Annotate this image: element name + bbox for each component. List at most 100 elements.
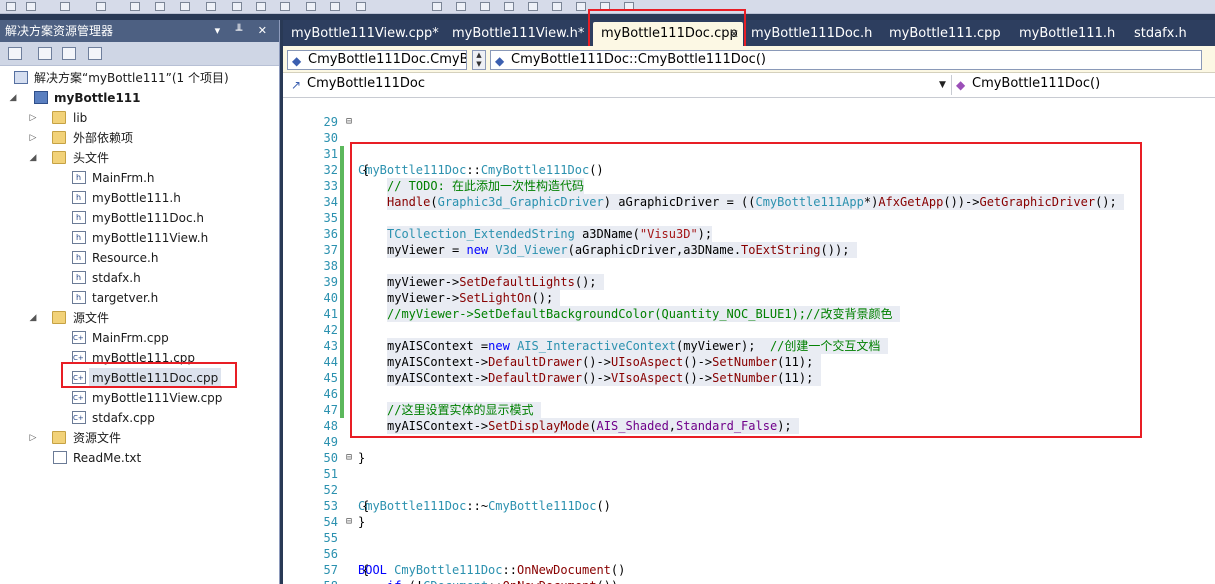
code-line: 33 Handle(Graphic3d_GraphicDriver) aGrap… — [283, 162, 1124, 210]
header-file-icon — [72, 288, 86, 308]
class-combo[interactable]: ◆ CmyBottle111Doc.CmyBc — [287, 50, 467, 70]
tree-item-external-deps[interactable]: ▷ 外部依赖项 — [28, 128, 268, 148]
code-line: 52 { — [283, 466, 370, 513]
toolbar-icon[interactable] — [256, 2, 266, 11]
tree-item-file[interactable]: targetver.h — [72, 288, 272, 308]
chevron-down-icon[interactable]: ▼ — [939, 80, 946, 90]
toolbar-icon[interactable] — [356, 2, 366, 11]
header-file-icon — [72, 268, 86, 288]
tab-myBottle111-h[interactable]: myBottle111.h — [1011, 22, 1123, 46]
class-icon: ◆ — [292, 54, 302, 68]
tab-myBottle111View-h[interactable]: myBottle111View.h* — [444, 22, 592, 46]
toolbar-icon[interactable] — [130, 2, 140, 11]
properties-icon[interactable] — [8, 47, 22, 60]
tree-item-lib[interactable]: ▷ lib — [28, 108, 268, 128]
fold-toggle-icon[interactable]: ⊟ — [346, 514, 352, 530]
header-file-icon — [72, 248, 86, 268]
tab-label: myBottle111View.h* — [452, 26, 585, 41]
toolbar-icon[interactable] — [330, 2, 340, 11]
tree-item-label: MainFrm.cpp — [92, 331, 169, 345]
tree-item-solution[interactable]: 解决方案“myBottle111”(1 个项目) — [14, 68, 274, 88]
scope-combo[interactable]: ↗ CmyBottle111Doc — [287, 75, 949, 95]
toolbar-icon[interactable] — [552, 2, 562, 11]
toolbar-icon[interactable] — [480, 2, 490, 11]
tab-myBottle111View-cpp[interactable]: myBottle111View.cpp* — [283, 22, 447, 46]
tree-item-label: Resource.h — [92, 251, 159, 265]
expand-arrow-icon[interactable]: ▷ — [28, 428, 38, 448]
tree-item-project[interactable]: ◢ myBottle111 — [8, 88, 268, 108]
folder-icon — [52, 111, 66, 124]
editor-tab-bar: myBottle111View.cpp* myBottle111View.h* … — [283, 20, 1215, 46]
tree-item-file[interactable]: MainFrm.h — [72, 168, 272, 188]
toolbar-icon[interactable] — [6, 2, 16, 11]
tree-item-file[interactable]: Resource.h — [72, 248, 272, 268]
toolbar-icon[interactable] — [432, 2, 442, 11]
toolbar-icon[interactable] — [306, 2, 316, 11]
fold-toggle-icon[interactable]: ⊟ — [346, 450, 352, 466]
tree-item-label: myBottle111 — [54, 91, 141, 105]
tree-item-file[interactable]: myBottle111View.cpp — [72, 388, 272, 408]
tree-item-file[interactable]: myBottle111.h — [72, 188, 272, 208]
tree-item-file[interactable]: myBottle111Doc.h — [72, 208, 272, 228]
tree-item-label: 源文件 — [73, 311, 110, 325]
show-all-files-icon[interactable] — [38, 47, 52, 60]
cpp-file-icon — [72, 408, 86, 428]
header-file-icon — [72, 168, 86, 188]
tab-stdafx-h[interactable]: stdafx.h — [1126, 22, 1195, 46]
toolbar-icon[interactable] — [206, 2, 216, 11]
tree-item-label: lib — [73, 111, 88, 125]
tree-item-label: 头文件 — [73, 151, 110, 165]
tree-item-file[interactable]: ReadMe.txt — [53, 448, 273, 468]
toolbar-icon[interactable] — [528, 2, 538, 11]
tree-item-label: targetver.h — [92, 291, 159, 305]
toolbar-icon[interactable] — [26, 2, 36, 11]
folder-icon — [52, 151, 66, 164]
code-line: 29 — [283, 98, 338, 129]
code-line: 43 myAISContext->DefaultDrawer()->UIsoAs… — [283, 322, 821, 370]
code-line: 30 ⊟ CmyBottle111Doc::CmyBottle111Doc() — [283, 114, 604, 177]
fold-toggle-icon[interactable]: ⊟ — [346, 114, 352, 130]
tree-item-label: 解决方案“myBottle111”(1 个项目) — [34, 71, 229, 85]
toolbar-icon[interactable] — [456, 2, 466, 11]
function-combo[interactable]: ◆ CmyBottle111Doc() — [951, 75, 1211, 95]
panel-window-buttons[interactable]: ▾ ╨ ✕ — [215, 20, 273, 42]
combo-spinner[interactable]: ▲ ▼ — [472, 50, 486, 70]
tree-item-label: myBottle111Doc.h — [92, 211, 204, 225]
tree-item-file[interactable]: stdafx.cpp — [72, 408, 272, 428]
tree-item-header-files[interactable]: ◢ 头文件 — [28, 148, 268, 168]
tree-item-file[interactable]: myBottle111View.h — [72, 228, 272, 248]
collapse-arrow-icon[interactable]: ◢ — [8, 88, 18, 108]
code-line: 31 { — [283, 130, 370, 177]
tree-item-file[interactable]: MainFrm.cpp — [72, 328, 272, 348]
change-marker-bar — [340, 146, 344, 418]
tab-myBottle111Doc-h[interactable]: myBottle111Doc.h — [743, 22, 880, 46]
tree-item-resource-files[interactable]: ▷ 资源文件 — [28, 428, 268, 448]
toolbar-icon[interactable] — [280, 2, 290, 11]
code-line: 40 //myViewer->SetDefaultBackgroundColor… — [283, 274, 900, 322]
tab-label: myBottle111Doc.h — [751, 26, 873, 41]
collapse-arrow-icon[interactable]: ◢ — [28, 148, 38, 168]
highlight-box — [350, 142, 1142, 438]
tree-item-file[interactable]: stdafx.h — [72, 268, 272, 288]
scope-bar: ↗ CmyBottle111Doc ▼ ◆ CmyBottle111Doc() — [283, 73, 1215, 98]
collapse-arrow-icon[interactable]: ◢ — [28, 308, 38, 328]
toolbar-icon[interactable] — [60, 2, 70, 11]
class-combo-value: CmyBottle111Doc.CmyBc — [308, 52, 467, 67]
toolbar-icon[interactable] — [96, 2, 106, 11]
toolbar-icon[interactable] — [232, 2, 242, 11]
refresh-icon[interactable] — [62, 47, 76, 60]
toolbar-icon[interactable] — [504, 2, 514, 11]
toolbar-icon[interactable] — [155, 2, 165, 11]
tree-item-label: 外部依赖项 — [73, 131, 134, 145]
class-view-icon[interactable] — [88, 47, 102, 60]
toolbar-icon[interactable] — [180, 2, 190, 11]
code-line: 54 — [283, 498, 338, 529]
expand-arrow-icon[interactable]: ▷ — [28, 108, 38, 128]
tab-myBottle111-cpp[interactable]: myBottle111.cpp — [881, 22, 1009, 46]
tree-item-source-files[interactable]: ◢ 源文件 — [28, 308, 268, 328]
header-file-icon — [72, 188, 86, 208]
folder-icon — [52, 431, 66, 444]
member-combo[interactable]: ◆ CmyBottle111Doc::CmyBottle111Doc() — [490, 50, 1202, 70]
expand-arrow-icon[interactable]: ▷ — [28, 128, 38, 148]
toolbar-icon[interactable] — [576, 2, 586, 11]
